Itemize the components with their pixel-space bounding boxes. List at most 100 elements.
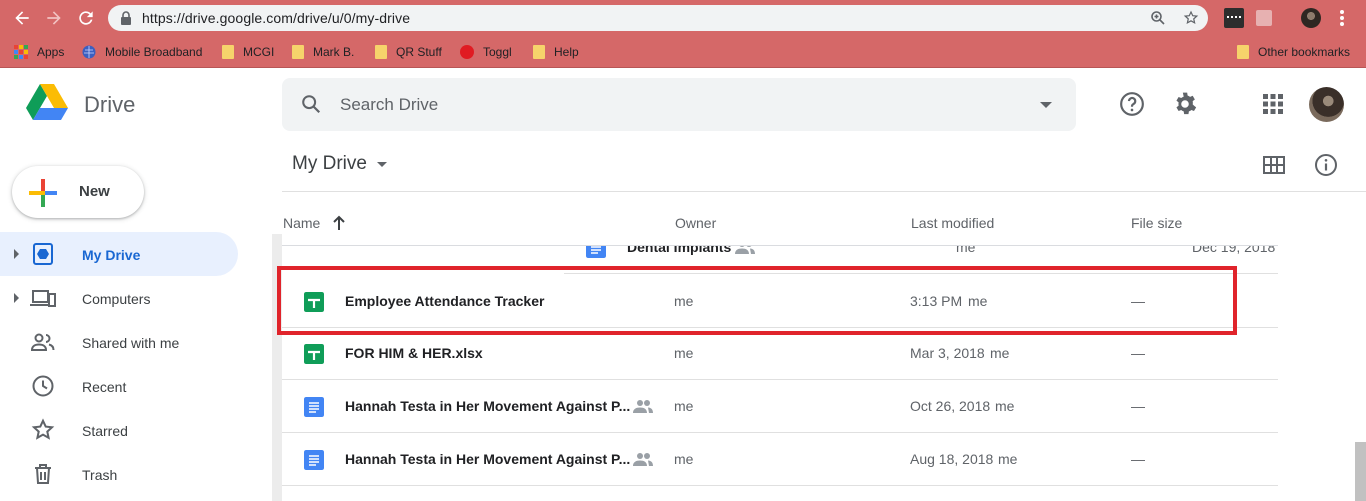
column-last-modified[interactable]: Last modified	[911, 215, 994, 231]
file-owner: me	[674, 398, 694, 414]
my-drive-dropdown[interactable]: My Drive	[292, 153, 387, 175]
computers-icon	[30, 290, 56, 307]
search-input[interactable]: Search Drive	[340, 95, 438, 115]
star-bookmark-icon[interactable]	[1183, 10, 1199, 26]
sidebar-item-my-drive[interactable]: My Drive	[0, 232, 238, 276]
bookmark-mark-b[interactable]: Mark B.	[292, 43, 354, 61]
file-modified-by: me	[990, 345, 1010, 361]
google-docs-icon	[304, 397, 324, 417]
help-icon[interactable]	[1119, 91, 1145, 117]
column-file-size[interactable]: File size	[1131, 215, 1182, 231]
reload-icon[interactable]	[76, 8, 96, 28]
sidebar-item-label: Recent	[82, 379, 127, 395]
file-modified: Mar 3, 2018	[910, 345, 985, 361]
file-modified-by: me	[995, 398, 1015, 414]
column-name[interactable]: Name	[283, 215, 346, 231]
bookmark-toggl[interactable]: Toggl	[460, 43, 512, 61]
drive-logo-icon[interactable]	[26, 84, 68, 122]
bookmark-label: Other bookmarks	[1258, 45, 1351, 59]
info-icon[interactable]	[1314, 153, 1338, 177]
file-size: —	[1131, 398, 1145, 414]
bookmark-qr-stuff[interactable]: QR Stuff	[375, 43, 442, 61]
shared-people-icon	[633, 453, 653, 466]
file-name: Hannah Testa in Her Movement Against P..…	[345, 398, 631, 414]
account-avatar[interactable]	[1309, 87, 1344, 122]
expand-caret-icon[interactable]	[14, 293, 19, 303]
scrollbar-thumb[interactable]	[1355, 442, 1366, 501]
bookmark-apps[interactable]: Apps	[14, 43, 64, 61]
highlight-annotation-box	[277, 266, 1237, 335]
file-owner: me	[674, 451, 694, 467]
file-name: Dental Implants	[627, 246, 732, 255]
file-name: FOR HIM & HER.xlsx	[345, 345, 483, 361]
forward-arrow-icon[interactable]	[44, 8, 64, 28]
file-modified: Oct 26, 2018	[910, 398, 991, 414]
people-icon	[30, 333, 55, 351]
bookmark-label: Mobile Broadband	[105, 45, 203, 59]
chevron-down-icon	[376, 161, 387, 167]
sidebar-item-computers[interactable]: Computers	[0, 276, 238, 320]
sidebar-item-shared[interactable]: Shared with me	[0, 320, 238, 364]
table-row[interactable]: Hannah Testa in Her Movement Against P..…	[282, 433, 1278, 486]
google-docs-icon	[304, 450, 324, 470]
file-owner: me	[956, 246, 976, 255]
bookmark-label: Help	[554, 45, 579, 59]
google-docs-icon	[586, 246, 606, 258]
settings-gear-icon[interactable]	[1172, 91, 1198, 117]
bookmark-label: QR Stuff	[396, 45, 442, 59]
browser-toolbar: https://drive.google.com/drive/u/0/my-dr…	[0, 0, 1366, 36]
sidebar-item-trash[interactable]: Trash	[0, 452, 238, 496]
sort-arrow-up-icon[interactable]	[332, 215, 346, 231]
search-bar[interactable]: Search Drive	[282, 78, 1076, 131]
other-bookmarks[interactable]: Other bookmarks	[1237, 43, 1350, 61]
file-name: Hannah Testa in Her Movement Against P..…	[345, 451, 631, 467]
search-icon[interactable]	[300, 93, 322, 115]
bookmark-label: MCGI	[243, 45, 275, 59]
bookmark-mcgi[interactable]: MCGI	[222, 43, 274, 61]
address-bar[interactable]: https://drive.google.com/drive/u/0/my-dr…	[108, 5, 1208, 31]
shared-people-icon	[633, 400, 653, 413]
sidebar-item-label: Computers	[82, 291, 151, 307]
my-drive-icon	[33, 243, 53, 265]
star-icon	[31, 418, 55, 440]
expand-caret-icon[interactable]	[14, 249, 19, 259]
toggl-icon	[460, 45, 474, 59]
search-options-icon[interactable]	[1040, 102, 1052, 108]
column-name-label: Name	[283, 215, 321, 231]
zoom-icon[interactable]	[1150, 10, 1166, 26]
profile-avatar-icon[interactable]	[1301, 8, 1321, 28]
folder-icon	[222, 45, 234, 59]
google-sheets-icon	[304, 344, 324, 364]
sidebar-item-label: Shared with me	[82, 335, 180, 351]
lock-icon	[121, 11, 131, 25]
trash-icon	[35, 464, 51, 484]
new-button[interactable]: New	[12, 166, 144, 218]
new-button-label: New	[79, 183, 110, 200]
file-modified: Dec 19, 2018	[1192, 246, 1276, 255]
grid-view-icon[interactable]	[1263, 156, 1285, 174]
folder-icon	[1237, 45, 1249, 59]
globe-icon	[82, 45, 96, 59]
sidebar-item-recent[interactable]: Recent	[0, 364, 238, 408]
file-owner: me	[674, 345, 694, 361]
file-modified: Aug 18, 2018	[910, 451, 994, 467]
column-owner[interactable]: Owner	[675, 215, 716, 231]
folder-icon	[375, 45, 387, 59]
page-title: My Drive	[292, 153, 367, 174]
url-text: https://drive.google.com/drive/u/0/my-dr…	[142, 10, 411, 26]
table-row[interactable]: Hannah Testa in Her Movement Against P..…	[282, 380, 1278, 433]
file-modified-by: me	[998, 451, 1018, 467]
apps-launcher-icon[interactable]	[1262, 93, 1284, 115]
bookmarks-bar: Apps Mobile Broadband MCGI Mark B. QR St…	[0, 36, 1366, 68]
clock-icon	[32, 375, 54, 397]
sidebar-item-starred[interactable]: Starred	[0, 408, 238, 452]
extension-icon[interactable]	[1256, 10, 1272, 26]
chrome-menu-icon[interactable]	[1340, 10, 1344, 26]
back-arrow-icon[interactable]	[12, 8, 32, 28]
bookmark-help[interactable]: Help	[533, 43, 579, 61]
apps-grid-icon	[14, 45, 28, 59]
bookmark-label: Mark B.	[313, 45, 355, 59]
file-size: —	[1131, 451, 1145, 467]
extension-icon[interactable]	[1224, 8, 1244, 28]
bookmark-mobile-broadband[interactable]: Mobile Broadband	[82, 43, 202, 61]
